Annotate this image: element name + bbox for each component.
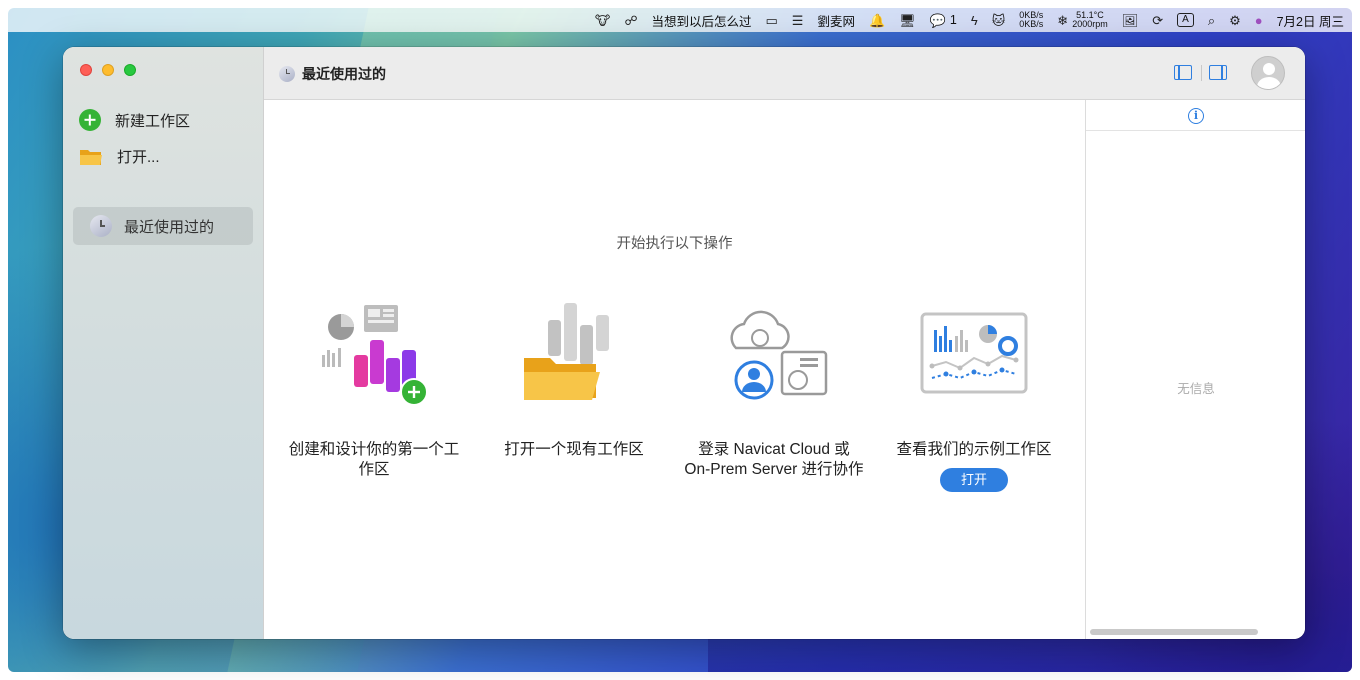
menu-bar: 🐮 ☍ 当想到以后怎么过 ▭ ☰ 劉麦网 🔔 🖥 💬 1 ϟ 🐱 0KB/s 0… [8,8,1352,32]
navicat-window: 新建工作区 打开... 最近使用过的 最近使用过的 开始执行以下操作 创建和设计… [63,47,1305,639]
sync-icon[interactable]: ⟳ [1152,14,1163,27]
open-label: 打开... [117,149,160,166]
avatar[interactable] [1251,56,1285,90]
horizontal-scrollbar[interactable] [1090,629,1258,635]
page-title: 最近使用过的 [279,64,386,84]
list-icon[interactable]: ☰ [792,14,804,27]
close-button[interactable] [80,64,92,76]
sample-workspace-illustration [914,300,1034,420]
info-tabbar: i [1086,100,1305,131]
info-panel: i 无信息 [1085,100,1305,639]
cat-icon[interactable]: 🐱 [992,14,1006,27]
spotlight-search-icon[interactable]: ⌕ [1208,14,1215,27]
clock-icon [279,66,295,82]
cow-icon[interactable]: 🐮 [595,14,610,27]
main-content: 开始执行以下操作 创建和设计你的第一个工作区 打开一个现有工作区 登录 Navi… [264,100,1085,639]
info-icon[interactable]: i [1188,108,1204,124]
menubar-status-text[interactable]: 当想到以后怎么过 [651,11,751,30]
display-icon[interactable]: ▭ [766,14,778,27]
minimize-button[interactable] [102,64,114,76]
wechat-count: 1 [949,13,957,27]
flash-icon[interactable]: ϟ [971,14,978,27]
photo-icon[interactable]: 🖼 [1122,14,1139,27]
siri-icon[interactable]: ● [1255,14,1263,27]
create-workspace-illustration [314,300,434,420]
open-button[interactable]: 打开... [79,146,160,167]
main-heading: 开始执行以下操作 [616,236,733,252]
fan-icon: ❄ [1057,12,1069,28]
card-label: 登录 Navicat Cloud 或 On-Prem Server 进行协作 [684,441,864,478]
sidebar-item-label: 最近使用过的 [124,218,215,236]
clock-icon [90,215,112,237]
control-center-icon[interactable]: ⚙ [1229,14,1241,27]
toggle-info-panel-icon[interactable] [1209,65,1227,80]
folder-icon [79,147,103,167]
wechat-item[interactable]: 💬 1 [930,13,957,27]
open-workspace-illustration [514,300,634,420]
card-label: 打开一个现有工作区 [504,441,644,458]
sample-workspace-card: 查看我们的示例工作区 打开 [884,300,1064,492]
network-monitor[interactable]: 0KB/s 0KB/s [1019,11,1043,29]
sidebar-item-recent[interactable]: 最近使用过的 [73,207,253,245]
wechat-icon: 💬 [929,12,946,28]
link-icon[interactable]: ☍ [624,14,637,27]
cloud-login-card[interactable]: 登录 Navicat Cloud 或 On-Prem Server 进行协作 [684,300,864,480]
sensor-monitor[interactable]: ❄ 51.1°C 2000rpm [1057,11,1107,29]
toggle-sidebar-icon[interactable] [1174,65,1192,80]
open-workspace-card[interactable]: 打开一个现有工作区 [484,300,664,460]
empty-info-text: 无信息 [1177,382,1215,396]
new-workspace-label: 新建工作区 [115,112,191,130]
page-title-text: 最近使用过的 [302,66,386,82]
card-label: 创建和设计你的第一个工作区 [288,441,460,478]
menubar-app-text[interactable]: 劉麦网 [817,11,855,30]
new-workspace-button[interactable]: 新建工作区 [79,109,190,131]
card-label: 查看我们的示例工作区 [896,441,1052,458]
add-icon [79,109,101,131]
cloud-login-illustration [714,300,834,420]
create-workspace-card[interactable]: 创建和设计你的第一个工作区 [284,300,464,480]
zoom-button[interactable] [124,64,136,76]
input-method-label: A [1177,13,1194,27]
toolbar-divider [1201,65,1202,81]
input-method[interactable]: A [1177,13,1194,27]
monitor-icon[interactable]: 🖥 [899,14,916,27]
sidebar: 新建工作区 打开... 最近使用过的 [63,47,264,639]
bell-icon[interactable]: 🔔 [869,14,885,27]
network-down: 0KB/s [1019,19,1044,29]
fan-speed: 2000rpm [1072,19,1108,29]
toolbar: 最近使用过的 [264,47,1305,100]
menubar-clock[interactable]: 7月2日 周三 [1277,11,1344,30]
open-sample-button[interactable]: 打开 [940,468,1008,492]
